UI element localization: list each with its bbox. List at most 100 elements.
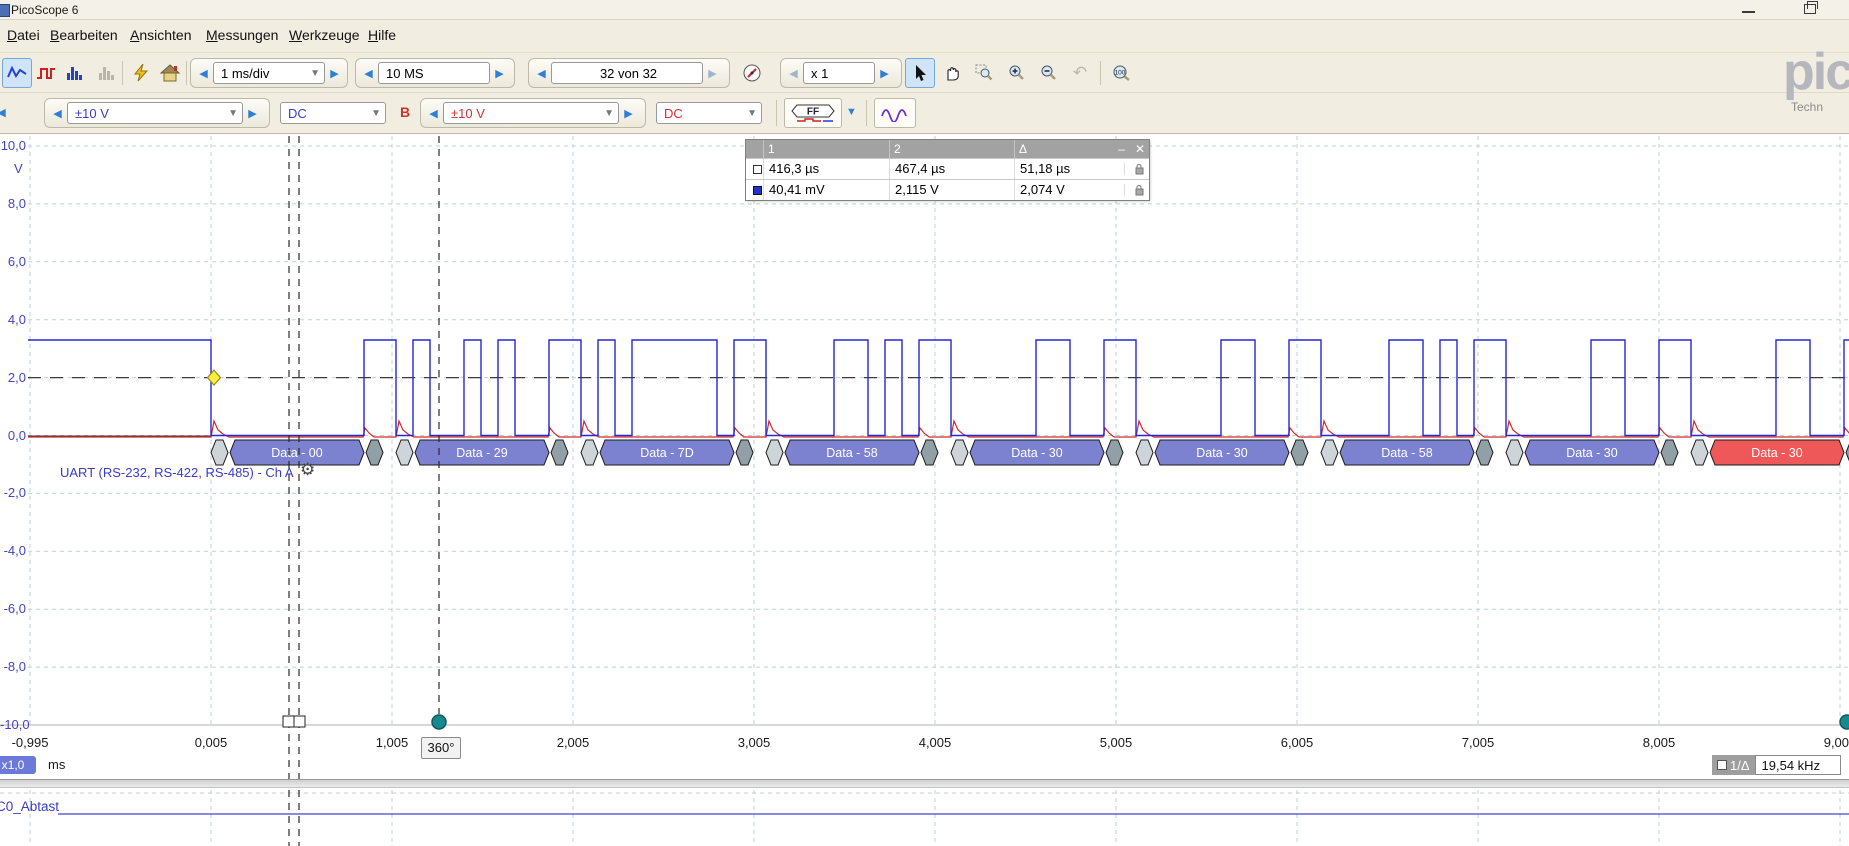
persistence-mode-icon[interactable] [31, 58, 61, 88]
samples-select[interactable]: 10 MS [378, 62, 490, 84]
toolbar-channels: ◀ ◀ ±10 V▼ ▶ DC▼ B ◀ ±10 V▼ ▶ DC▼ FF ▼ [0, 93, 1849, 134]
uart-start-bit-hex [1321, 440, 1338, 465]
menu-ansichten[interactable]: Ansichten [130, 27, 192, 43]
channel-b-range-select[interactable]: ±10 V▼ [443, 102, 619, 124]
chevron-down-icon: ▼ [371, 108, 381, 119]
panel-splitter[interactable] [0, 779, 1849, 788]
timebase-next-icon[interactable]: ▶ [325, 67, 344, 80]
channel-b-range-prev-icon[interactable]: ◀ [424, 107, 443, 120]
pico-logo-subtext: Techn [1791, 100, 1823, 114]
channel-a-range-next-icon[interactable]: ▶ [243, 107, 262, 120]
freq-badge-value: 19,54 kHz [1755, 755, 1841, 775]
zoom-out-icon[interactable] [1033, 58, 1063, 88]
menu-datei[interactable]: Datei [7, 27, 40, 43]
uart-data-label: Data - 30 [1751, 446, 1802, 460]
y-tick-label: 4,0 [0, 312, 26, 327]
uart-data-label: Data - 30 [1011, 446, 1062, 460]
zoom-factor[interactable]: x 1 [803, 62, 875, 84]
samples-next-icon[interactable]: ▶ [490, 67, 509, 80]
timebase-select[interactable]: 1 ms/div▼ [213, 62, 325, 84]
menu-werkzeuge[interactable]: Werkzeuge [289, 27, 360, 43]
channel-b-range-next-icon[interactable]: ▶ [619, 107, 638, 120]
x-tick-label: 3,005 [726, 735, 782, 750]
phase-marker-handle[interactable] [432, 715, 446, 729]
channel-a-range-group: ◀ ±10 V▼ ▶ [44, 98, 270, 128]
measurement-swatch-icon [746, 165, 763, 174]
channel-a-prev-icon-clipped[interactable]: ◀ [0, 106, 11, 119]
uart-start-bit-hex [1691, 440, 1708, 465]
samples-group: ◀ 10 MS ▶ [355, 58, 515, 88]
zoom-100-icon[interactable]: 100 [1106, 58, 1142, 88]
x-tick-label: 5,005 [1088, 735, 1144, 750]
x-scale-badge[interactable]: x1,0 [0, 756, 36, 774]
trigger-marker-diamond[interactable] [208, 370, 221, 385]
uart-data-label: Data - 00 [271, 446, 322, 460]
uart-stop-bit-hex [1476, 440, 1493, 465]
uart-start-bit-hex [211, 440, 228, 465]
y-tick-label: -4,0 [0, 543, 26, 558]
measurement-value: 2,115 V [889, 180, 1014, 200]
zoom-window-icon[interactable] [969, 58, 999, 88]
channel-b-coupling-select[interactable]: DC▼ [656, 102, 762, 124]
lock-icon[interactable] [1124, 184, 1147, 196]
home-icon[interactable] [155, 58, 185, 88]
buffer-next-icon[interactable]: ▶ [703, 67, 722, 80]
zoom-factor-prev-icon[interactable]: ◀ [784, 67, 803, 80]
spectrum-mode-icon[interactable] [60, 58, 90, 88]
x-tick-label: 1,005 [364, 735, 420, 750]
timebase-prev-icon[interactable]: ◀ [194, 67, 213, 80]
channel-b-label[interactable]: B [400, 104, 410, 120]
cursor-measurement-table[interactable]: 1 2 Δ – ✕ 416,3 µs467,4 µs51,18 µs40,41 … [745, 139, 1150, 201]
x-tick-label: 6,005 [1269, 735, 1325, 750]
zoom-factor-next-icon[interactable]: ▶ [875, 67, 894, 80]
y-tick-label: 2,0 [0, 370, 26, 385]
uart-data-label: Data - 29 [456, 446, 507, 460]
samples-prev-icon[interactable]: ◀ [359, 67, 378, 80]
uart-start-bit-hex [1506, 440, 1523, 465]
channel-a-coupling-select[interactable]: DC▼ [280, 102, 386, 124]
serial-decoding-dropdown-icon[interactable]: ▼ [842, 106, 861, 118]
math-channels-icon[interactable] [874, 98, 916, 128]
svg-text:100: 100 [1115, 70, 1126, 77]
zoom-factor-group: ◀ x 1 ▶ [780, 58, 902, 88]
channel-a-range-prev-icon[interactable]: ◀ [48, 107, 67, 120]
pointer-tool-icon[interactable] [905, 58, 935, 88]
restore-icon[interactable] [1804, 4, 1816, 14]
bottom-panel-label: C0_Abtast [0, 799, 59, 814]
channel-a-range-select[interactable]: ±10 V▼ [67, 102, 243, 124]
zoom-in-icon[interactable] [1001, 58, 1031, 88]
measurement-row: 40,41 mV2,115 V2,074 V [746, 179, 1149, 200]
x-tick-label: -0,995 [2, 735, 58, 750]
decoder-settings-gear-icon[interactable]: ⚙ [300, 460, 315, 480]
minimize-icon[interactable] [1742, 11, 1755, 13]
pico-logo: pico [1783, 46, 1849, 98]
serial-decoding-icon[interactable]: FF [784, 98, 842, 128]
x-tick-label: 0,005 [183, 735, 239, 750]
menu-bearbeiten[interactable]: Bearbeiten [50, 27, 118, 43]
menu-hilfe[interactable]: Hilfe [368, 27, 396, 43]
uart-stop-bit-hex [366, 440, 383, 465]
auto-setup-icon[interactable] [126, 58, 156, 88]
column-header-1: 1 [763, 140, 889, 158]
column-header-delta: Δ [1014, 140, 1124, 158]
table-minimize-icon[interactable]: – [1118, 140, 1125, 158]
scope-mode-icon[interactable] [2, 58, 32, 88]
uart-stop-bit-hex [1106, 440, 1123, 465]
title-bar[interactable]: PicoScope 6 [0, 0, 1849, 20]
cursor-handle-2[interactable] [294, 716, 305, 727]
phase-marker-handle-right[interactable] [1840, 715, 1849, 729]
buffer-compass-icon[interactable] [737, 58, 767, 88]
cursor-handle-1[interactable] [283, 716, 294, 727]
lock-icon[interactable] [1124, 163, 1147, 175]
measurement-table-header[interactable]: 1 2 Δ – ✕ [746, 140, 1149, 158]
buffer-position[interactable]: 32 von 32 [551, 62, 703, 84]
menu-messungen[interactable]: Messungen [206, 27, 278, 43]
measurement-value: 40,41 mV [763, 180, 889, 200]
buffer-prev-icon[interactable]: ◀ [532, 67, 551, 80]
table-close-icon[interactable]: ✕ [1135, 140, 1145, 158]
hand-tool-icon[interactable] [937, 58, 967, 88]
y-tick-label: -10,0 [0, 717, 26, 732]
channel-a-uart-trace [28, 340, 1849, 436]
measurement-row: 416,3 µs467,4 µs51,18 µs [746, 158, 1149, 179]
y-tick-label: 8,0 [0, 196, 26, 211]
